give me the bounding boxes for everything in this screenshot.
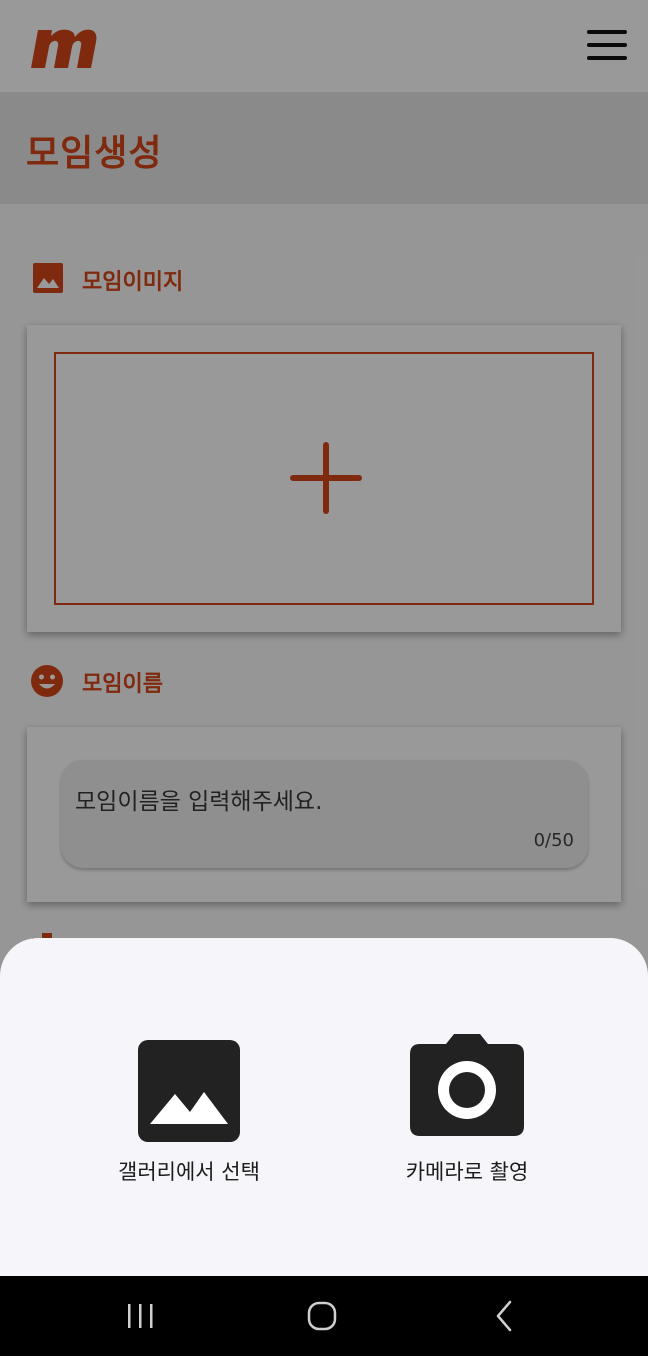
gallery-image-icon — [138, 1040, 240, 1146]
recent-apps-icon[interactable] — [118, 1296, 162, 1336]
image-source-bottom-sheet: 갤러리에서 선택 카메라로 촬영 — [0, 938, 648, 1276]
camera-icon — [410, 1034, 524, 1140]
camera-capture-label: 카메라로 촬영 — [405, 1160, 529, 1184]
gallery-select-option[interactable]: 갤러리에서 선택 — [59, 1034, 319, 1194]
camera-capture-option[interactable]: 카메라로 촬영 — [337, 1034, 597, 1194]
home-icon[interactable] — [300, 1296, 344, 1336]
system-navigation-bar — [0, 1276, 648, 1356]
back-icon[interactable] — [482, 1296, 526, 1336]
gallery-select-label: 갤러리에서 선택 — [118, 1160, 260, 1184]
